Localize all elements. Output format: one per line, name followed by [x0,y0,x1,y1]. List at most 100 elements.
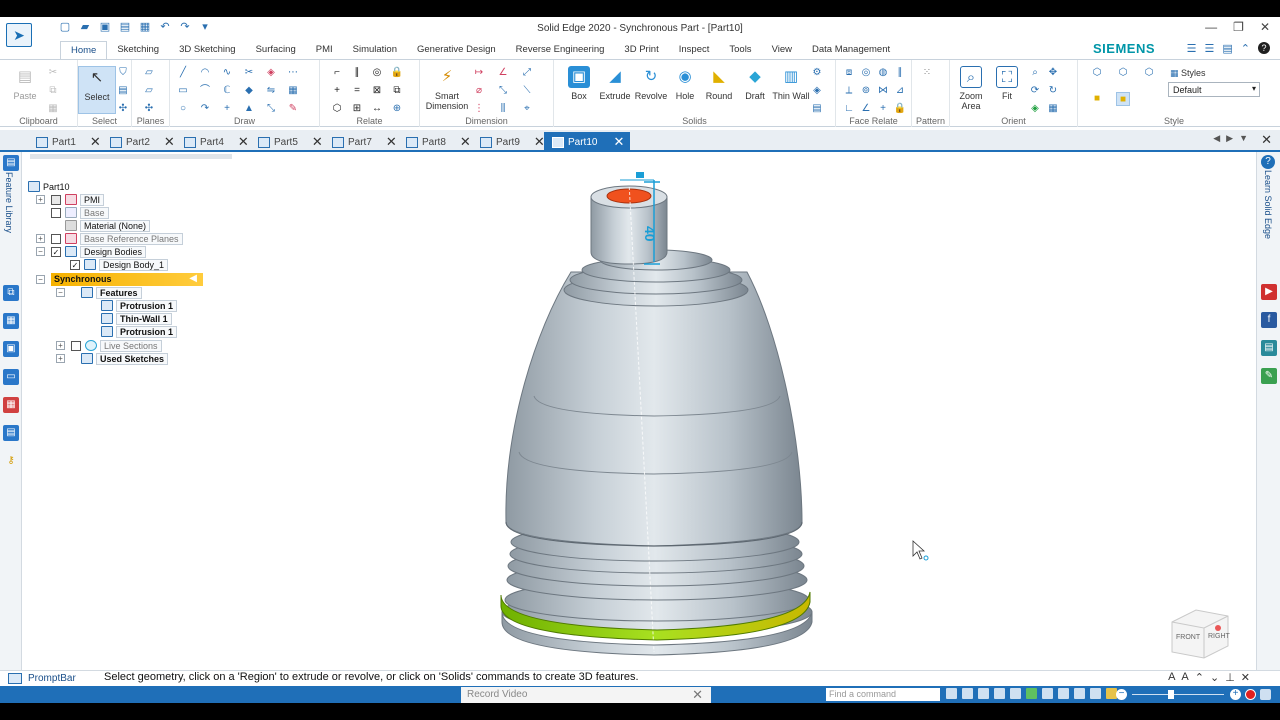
close-tab-icon[interactable]: ✕ [386,134,397,150]
pathfinder-icon[interactable]: ⧉ [3,285,19,301]
go-icon[interactable] [946,688,957,699]
tab-list-icon[interactable]: ▼ [1239,133,1248,144]
draft-button[interactable]: ◆ Draft [736,66,774,101]
close-all-icon[interactable]: ✕ [1261,132,1272,148]
doc-tab-part8[interactable]: Part8 ✕ [406,132,471,152]
equal-icon[interactable]: = [350,84,364,98]
construction-icon[interactable]: ⋯ [286,66,300,80]
horizontal-icon[interactable]: ⬡ [330,102,344,116]
tree-node-design-body-1[interactable]: ✓ Design Body_1 [70,258,169,271]
angle-icon[interactable]: ∠ [496,66,510,80]
collapse-icon[interactable]: − [36,247,45,256]
base-checkbox[interactable] [51,207,61,218]
angular-coord-icon[interactable]: ⤡ [496,84,510,98]
spin-icon[interactable]: ↻ [1046,84,1060,98]
select-tools-icon[interactable]: ▤ [116,84,130,98]
close-tab-icon[interactable]: ✕ [460,134,471,150]
layers-icon[interactable]: ▦ [3,313,19,329]
sketch-view-icon[interactable]: ◈ [1028,102,1042,116]
community-icon[interactable]: ▤ [1261,340,1277,356]
wireframe-icon[interactable]: ⬡ [1090,66,1104,80]
minimize-ribbon-icon[interactable]: ⌃ [1241,42,1250,55]
close-tab-icon[interactable]: ✕ [238,134,249,150]
tree-node-design-bodies[interactable]: − ✓ Design Bodies [36,245,147,258]
tree-node-material[interactable]: Material (None) [65,219,151,232]
tab-3d-sketching[interactable]: 3D Sketching [169,41,246,60]
scale-icon[interactable]: ⤡ [264,102,278,116]
hole-face[interactable] [606,188,652,204]
line-icon[interactable]: ╱ [176,66,190,80]
tree-scrollbar[interactable] [30,154,232,159]
include-icon[interactable]: ✎ [286,102,300,116]
collapse-icon[interactable]: − [36,275,45,284]
symmetric-diameter-icon[interactable]: ⌀ [472,84,486,98]
attach-icon[interactable]: ⟍ [520,84,534,98]
plane-by-icon[interactable]: ▱ [142,84,156,98]
tab-reverse-engineering[interactable]: Reverse Engineering [506,41,615,60]
symmetric-face-icon[interactable]: ⋈ [876,84,890,98]
pan-tool-icon[interactable] [1010,688,1021,699]
face-parallel-icon[interactable]: ∥ [893,66,907,80]
doc-tab-part10[interactable]: Part10 ✕ [544,132,631,152]
tab-3d-print[interactable]: 3D Print [614,41,668,60]
circle-icon[interactable]: ○ [176,102,190,116]
concentric-icon[interactable]: ◎ [370,66,384,80]
plane-icon[interactable]: ▱ [142,66,156,80]
fit-view-icon[interactable] [962,688,973,699]
tab-generative-design[interactable]: Generative Design [407,41,506,60]
revolve-button[interactable]: ↻ Revolve [632,66,670,101]
close-window-icon[interactable]: ✕ [1260,20,1270,34]
arc-icon[interactable]: ◠ [198,66,212,80]
graphics-window[interactable]: 40 FRONT RIGHT [234,152,1256,670]
tangent-face-icon[interactable]: ◍ [876,66,890,80]
tree-node-feature-2[interactable]: Thin-Wall 1 [101,312,172,325]
view-orient-tool-icon[interactable] [1042,688,1053,699]
tree-node-feature-3[interactable]: Protrusion 1 [101,325,178,338]
lock-icon[interactable]: 🔒 [390,66,404,80]
doc-tab-part9[interactable]: Part9 ✕ [480,132,545,152]
zoom-out-icon[interactable]: − [1116,689,1127,700]
more-solids-icon[interactable]: ⚙ [810,66,824,80]
doc-tab-part5[interactable]: Part5 ✕ [258,132,323,152]
trim-icon[interactable]: ✂ [242,66,256,80]
color-icon[interactable]: ▦ [3,397,19,413]
face-aligned-icon[interactable]: ∟ [842,102,856,116]
parallel-icon[interactable]: ∥ [350,66,364,80]
extrude-button[interactable]: ◢ Extrude [596,66,634,101]
settings-icon[interactable] [1260,689,1271,700]
display-icon[interactable]: ▭ [3,369,19,385]
pin-icon[interactable]: ⊥ [1225,671,1235,684]
coordinate-icon[interactable]: ⤢ [520,66,534,80]
close-tab-icon[interactable]: ✕ [90,134,101,150]
round-button[interactable]: ◣ Round [700,66,738,101]
close-tab-icon[interactable]: ✕ [312,134,323,150]
expand-icon[interactable]: + [56,341,65,350]
lock-plane-icon[interactable]: ✣ [142,102,156,116]
restore-icon[interactable]: ❐ [1233,20,1244,34]
face-lock-icon[interactable]: 🔒 [893,102,907,116]
distance-icon[interactable]: ↦ [472,66,486,80]
properties-icon[interactable]: ▤ [3,425,19,441]
expand-icon[interactable]: + [36,195,45,204]
tab-scroll-right-icon[interactable]: ▶ [1226,133,1233,144]
filter-icon[interactable]: ⛉ [116,66,130,80]
styles-dropdown[interactable]: Default ▾ [1168,82,1260,97]
connect-icon[interactable]: + [330,84,344,98]
facebook-icon[interactable]: f [1261,312,1277,328]
record-video-panel[interactable]: Record Video ✕ [461,687,711,704]
view-orient-icon[interactable]: ▦ [1046,102,1060,116]
shaded-edges-icon[interactable]: ■ [1116,92,1130,106]
minimize-icon[interactable]: — [1205,20,1217,34]
display-tool-icon[interactable] [1058,688,1069,699]
add-body-icon[interactable]: ▤ [810,102,824,116]
tab-surfacing[interactable]: Surfacing [246,41,306,60]
tab-home[interactable]: Home [60,41,108,60]
collapse-down-icon[interactable]: ⌄ [1210,671,1219,684]
collapse-icon[interactable]: − [56,288,65,297]
dim-lock-icon[interactable]: ⌖ [520,102,534,116]
close-record-icon[interactable]: ✕ [692,687,703,703]
tab-tools[interactable]: Tools [719,41,761,60]
triangle-icon[interactable]: ▲ [242,102,256,116]
expand-icon[interactable]: + [56,354,65,363]
hole-button[interactable]: ◉ Hole [666,66,704,101]
